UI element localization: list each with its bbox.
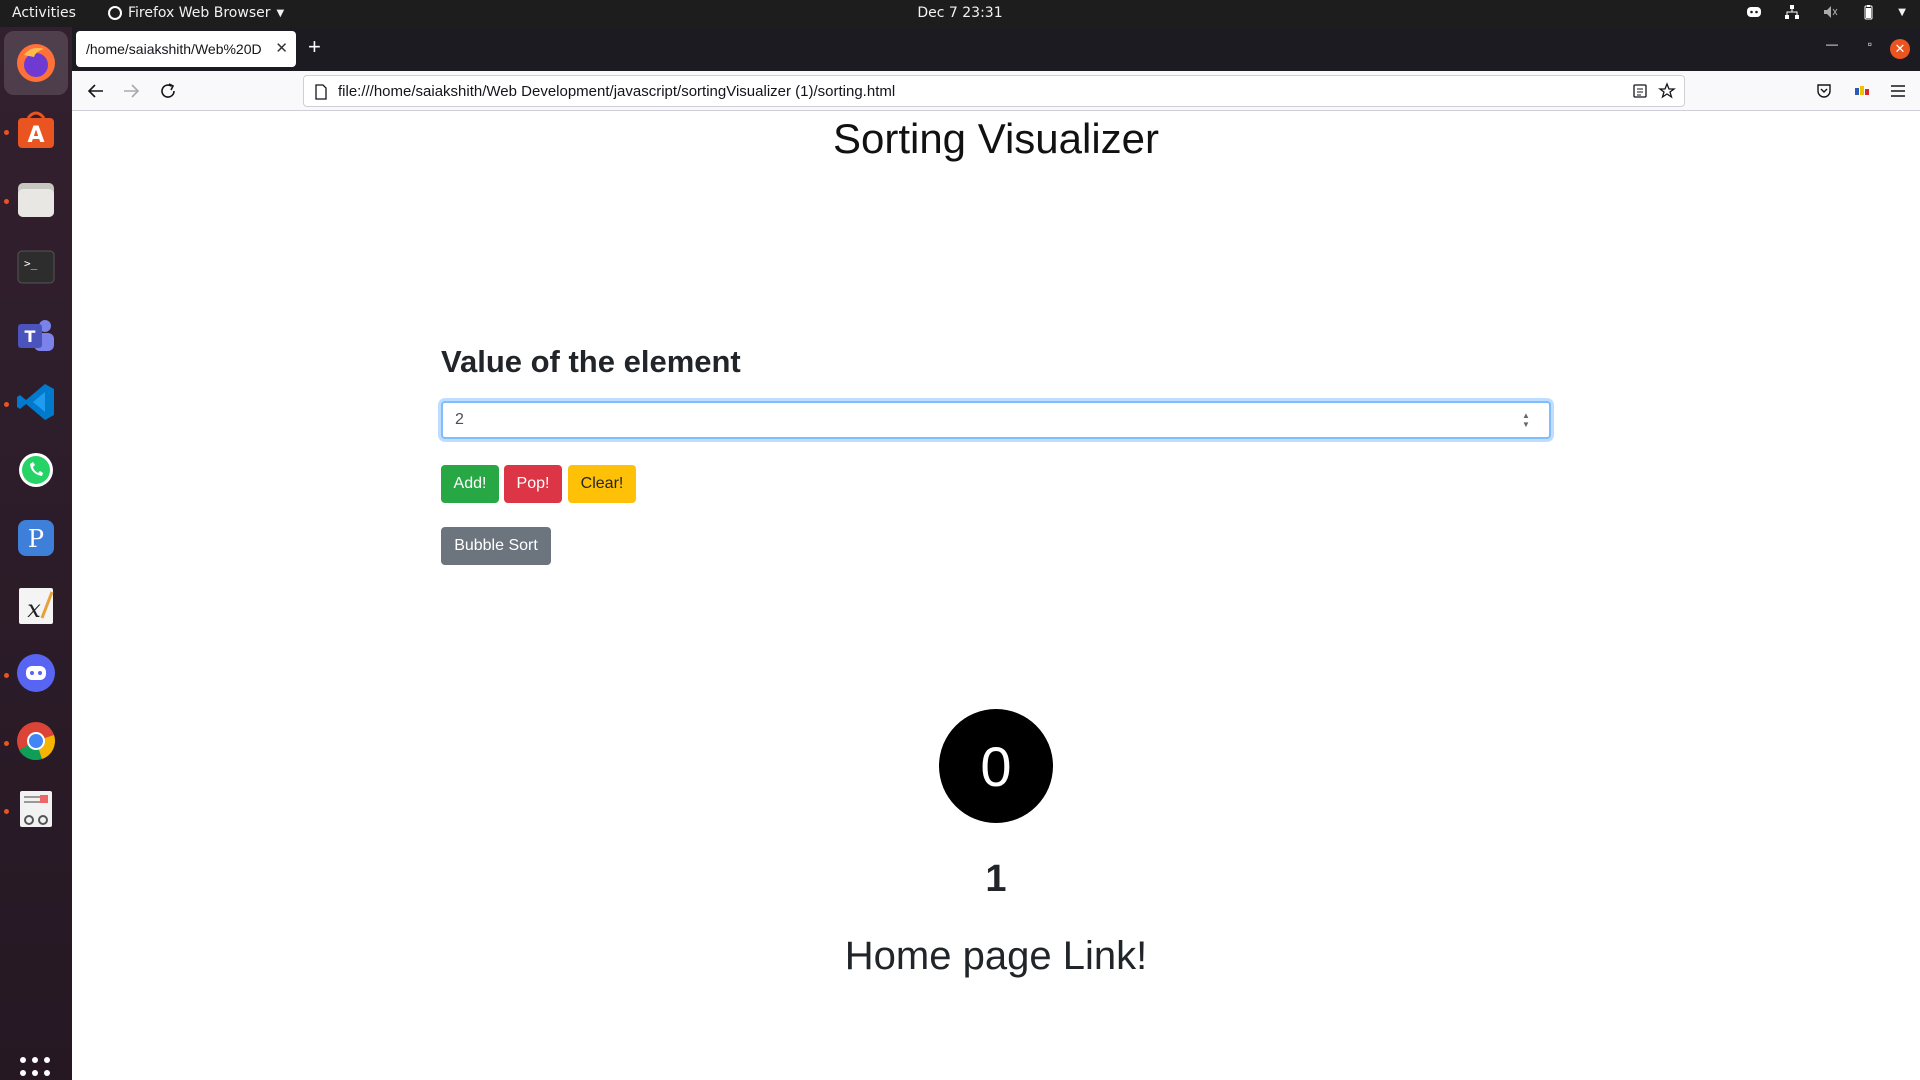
extension-icon[interactable] (1850, 79, 1874, 103)
volume-muted-icon[interactable] (1822, 4, 1838, 20)
reader-view-icon[interactable] (1632, 83, 1648, 99)
network-icon[interactable] (1784, 4, 1800, 20)
running-indicator (4, 402, 9, 407)
array-element-circle: 0 (939, 709, 1053, 823)
spin-down-icon[interactable]: ▼ (1522, 420, 1530, 429)
dock-ubuntu-software-icon[interactable]: A (12, 106, 60, 154)
add-button[interactable]: Add! (441, 465, 499, 503)
dock-chrome-icon[interactable] (12, 717, 60, 765)
svg-text:P: P (28, 525, 44, 553)
new-tab-icon[interactable]: + (308, 36, 321, 58)
dock-document-viewer-icon[interactable] (12, 785, 60, 833)
dock-discord-icon[interactable] (12, 649, 60, 697)
show-applications-icon[interactable] (20, 1057, 52, 1080)
battery-icon[interactable] (1860, 4, 1876, 20)
dock-terminal-icon[interactable]: >_ (12, 243, 60, 291)
system-top-bar: Activities Firefox Web Browser ▼ Dec 7 2… (0, 0, 1920, 27)
system-menu-chevron-icon[interactable]: ▼ (1898, 7, 1906, 18)
element-value-input[interactable] (441, 401, 1551, 439)
running-indicator (4, 673, 9, 678)
number-spinner[interactable]: ▲ ▼ (1518, 410, 1534, 430)
url-bar[interactable]: file:///home/saiakshith/Web Development/… (303, 75, 1685, 107)
page-title: Sorting Visualizer (832, 115, 1160, 162)
minimize-icon[interactable]: — (1826, 37, 1838, 51)
page-icon (315, 84, 327, 100)
hamburger-menu-icon[interactable] (1886, 79, 1910, 103)
running-indicator (4, 130, 9, 135)
pop-button[interactable]: Pop! (504, 465, 562, 503)
svg-text:>_: >_ (24, 257, 38, 270)
svg-text:T: T (25, 327, 36, 346)
running-indicator (4, 741, 9, 746)
window-close-icon[interactable]: ✕ (1890, 39, 1910, 59)
spin-up-icon[interactable]: ▲ (1522, 411, 1530, 420)
dock: A >_ T P x (0, 27, 72, 1080)
tab-strip: /home/saiakshith/Web%20D ✕ + — ▫ ✕ (72, 27, 1920, 71)
svg-text:A: A (27, 123, 44, 148)
discord-tray-icon[interactable] (1746, 5, 1762, 19)
clock[interactable]: Dec 7 23:31 (0, 5, 1920, 21)
navigation-toolbar: file:///home/saiakshith/Web Development/… (72, 71, 1920, 111)
clear-button[interactable]: Clear! (568, 465, 636, 503)
pocket-icon[interactable] (1812, 79, 1836, 103)
tab-sorting-page[interactable]: /home/saiakshith/Web%20D ✕ (76, 31, 296, 67)
dock-whatsapp-icon[interactable] (12, 446, 60, 494)
svg-text:x: x (27, 595, 41, 623)
web-page: Sorting Visualizer Value of the element … (72, 112, 1920, 1080)
dock-files-icon[interactable] (12, 175, 60, 223)
url-text: file:///home/saiakshith/Web Development/… (338, 82, 896, 100)
dock-pdf-editor-icon[interactable]: P (12, 514, 60, 562)
system-tray[interactable]: ▼ (1746, 4, 1906, 20)
running-indicator (4, 809, 9, 814)
bubble-sort-button[interactable]: Bubble Sort (441, 527, 551, 565)
forward-arrow-icon[interactable] (119, 79, 143, 103)
back-arrow-icon[interactable] (84, 79, 108, 103)
dock-teams-icon[interactable]: T (12, 311, 60, 359)
tab-title: /home/saiakshith/Web%20D (86, 41, 262, 57)
controls-container: Value of the element ▲ ▼ Add! Pop! Clear… (441, 344, 1551, 565)
dock-vscode-icon[interactable] (12, 378, 60, 426)
dock-xournal-icon[interactable]: x (12, 582, 60, 630)
maximize-icon[interactable]: ▫ (1868, 37, 1872, 51)
bookmark-star-icon[interactable] (1658, 82, 1676, 100)
dock-firefox-icon[interactable] (12, 39, 60, 87)
element-count: 1 (985, 858, 1007, 900)
running-indicator (4, 199, 9, 204)
close-tab-icon[interactable]: ✕ (275, 39, 288, 57)
reload-icon[interactable] (156, 79, 180, 103)
input-label: Value of the element (441, 344, 741, 379)
home-page-link[interactable]: Home page Link! (72, 934, 1920, 979)
